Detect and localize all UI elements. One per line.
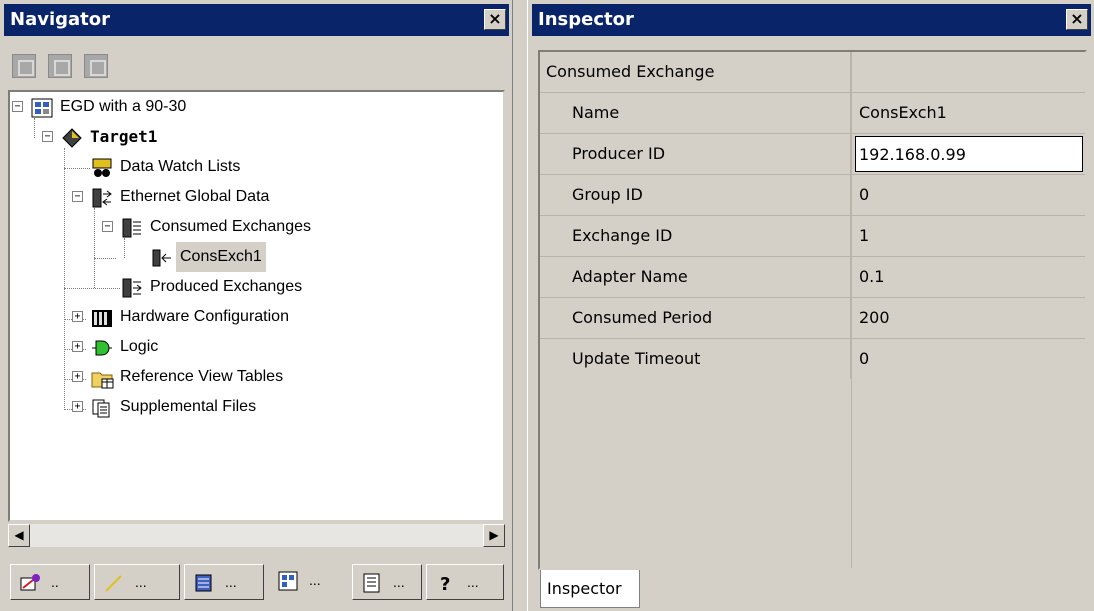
scroll-left-icon[interactable]: ◀ xyxy=(8,524,30,547)
expand-icon[interactable]: + xyxy=(72,341,83,352)
target-icon xyxy=(62,128,82,148)
expand-icon[interactable]: + xyxy=(72,401,83,412)
property-value[interactable]: ConsExch1 xyxy=(851,93,1085,133)
inspector-tabs: Inspector xyxy=(538,570,1087,611)
project-icon xyxy=(278,571,298,591)
logic-icon xyxy=(92,340,112,356)
tab-toolchest[interactable]: ... xyxy=(184,564,264,600)
tree-label: Data Watch Lists xyxy=(120,158,241,175)
tree-label: Consumed Exchanges xyxy=(150,218,311,235)
property-name: Name xyxy=(540,93,851,133)
property-row-group-id[interactable]: Group ID 0 xyxy=(540,175,1085,216)
project-tree[interactable]: − EGD with a 90-30 − Target1 Data Watch … xyxy=(8,90,505,522)
tab-variables[interactable]: ... xyxy=(94,564,180,600)
property-grid: Consumed Exchange Name ConsExch1 Produce… xyxy=(538,50,1087,570)
tree-label: Target1 xyxy=(90,127,158,146)
produced-exchanges-icon xyxy=(122,278,142,298)
tree-label: Reference View Tables xyxy=(120,368,284,385)
tree-label: Ethernet Global Data xyxy=(120,188,270,205)
properties-icon[interactable] xyxy=(48,54,72,78)
property-value[interactable]: 0 xyxy=(851,175,1085,215)
inspector-close-button[interactable]: × xyxy=(1066,9,1088,30)
property-value[interactable]: 0.1 xyxy=(851,257,1085,297)
property-row-name[interactable]: Name ConsExch1 xyxy=(540,93,1085,134)
folder-table-icon xyxy=(91,372,114,389)
property-row-consumed-period[interactable]: Consumed Period 200 xyxy=(540,298,1085,339)
panel-splitter[interactable] xyxy=(513,0,527,611)
wand-icon xyxy=(105,575,122,592)
property-row-update-timeout[interactable]: Update Timeout 0 xyxy=(540,339,1085,380)
property-name: Group ID xyxy=(540,175,851,215)
property-value[interactable]: 0 xyxy=(851,339,1085,379)
property-header-row: Consumed Exchange xyxy=(540,52,1085,93)
scroll-thumb[interactable] xyxy=(30,524,483,547)
notes-icon xyxy=(363,573,380,593)
tree-label: Logic xyxy=(120,338,159,355)
help-icon: ? xyxy=(440,574,450,594)
property-name: Update Timeout xyxy=(540,339,851,379)
navigator-title: Navigator xyxy=(10,9,110,30)
navigator-close-button[interactable]: × xyxy=(484,9,506,30)
property-category: Consumed Exchange xyxy=(540,52,851,92)
inspector-titlebar: Inspector × xyxy=(532,4,1091,36)
property-value[interactable]: 1 xyxy=(851,216,1085,256)
property-name: Producer ID xyxy=(540,134,851,174)
files-icon xyxy=(92,399,110,418)
property-name: Adapter Name xyxy=(540,257,851,297)
collapse-icon[interactable]: − xyxy=(12,101,23,112)
navigator-titlebar: Navigator × xyxy=(4,4,509,36)
egd-icon xyxy=(92,188,112,208)
property-name: Consumed Period xyxy=(540,298,851,338)
tab-project[interactable]: ... xyxy=(268,562,348,602)
expand-icon[interactable]: + xyxy=(72,371,83,382)
inspector-title: Inspector xyxy=(538,9,634,30)
producer-id-input[interactable] xyxy=(855,136,1083,172)
property-row-producer-id[interactable]: Producer ID xyxy=(540,134,1085,175)
property-row-exchange-id[interactable]: Exchange ID 1 xyxy=(540,216,1085,257)
toolchest-icon xyxy=(195,574,212,592)
tab-utilities[interactable]: .. xyxy=(10,564,90,600)
collapse-icon[interactable]: − xyxy=(72,191,83,202)
property-value-cell xyxy=(851,134,1085,174)
layout-icon[interactable] xyxy=(84,54,108,78)
utilities-icon xyxy=(20,574,40,591)
property-name: Exchange ID xyxy=(540,216,851,256)
svg-text:?: ? xyxy=(440,574,450,594)
grid-view-icon[interactable] xyxy=(12,54,36,78)
scroll-right-icon[interactable]: ▶ xyxy=(483,524,505,547)
consumed-exchange-icon xyxy=(152,249,171,267)
horizontal-scrollbar[interactable]: ◀ ▶ xyxy=(8,524,505,547)
hardware-icon xyxy=(92,310,112,327)
tab-help[interactable]: ? ... xyxy=(426,564,504,600)
collapse-icon[interactable]: − xyxy=(102,221,113,232)
tree-label: ConsExch1 xyxy=(176,242,266,272)
expand-icon[interactable]: + xyxy=(72,311,83,322)
watch-list-icon xyxy=(92,158,112,177)
project-icon xyxy=(31,98,53,118)
property-value[interactable]: 200 xyxy=(851,298,1085,338)
navigator-tabs: .. ... ... ... ... ? ... xyxy=(10,562,505,604)
collapse-icon[interactable]: − xyxy=(42,131,53,142)
inspector-panel: Inspector × Consumed Exchange Name ConsE… xyxy=(527,0,1094,611)
tab-inspector[interactable]: Inspector xyxy=(540,570,640,608)
navigator-panel: Navigator × − EGD with a 90-30 − Target1… xyxy=(0,0,513,611)
tree-label: Hardware Configuration xyxy=(120,308,289,325)
property-row-adapter-name[interactable]: Adapter Name 0.1 xyxy=(540,257,1085,298)
tree-label: Supplemental Files xyxy=(120,398,257,415)
tree-label: EGD with a 90-30 xyxy=(60,98,187,115)
tree-label: Produced Exchanges xyxy=(150,278,303,295)
tab-notes[interactable]: ... xyxy=(352,564,422,600)
consumed-exchanges-icon xyxy=(122,218,141,238)
